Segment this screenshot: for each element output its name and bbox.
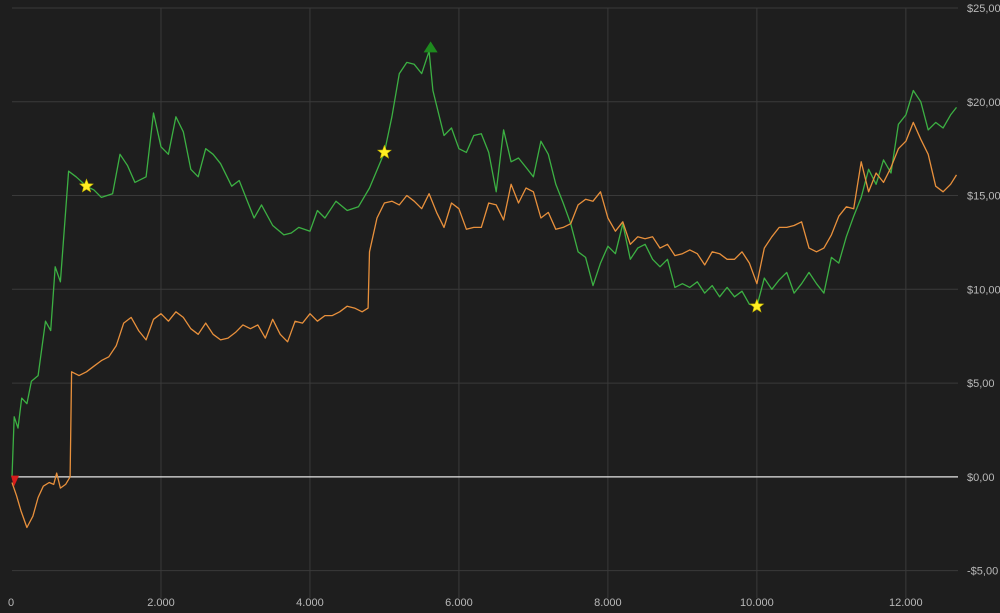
x-tick-label: 4.000 bbox=[296, 597, 324, 609]
y-tick-label: $15,00 bbox=[967, 191, 1000, 203]
x-tick-label: 10.000 bbox=[740, 597, 774, 609]
x-tick-label: 0 bbox=[8, 597, 14, 609]
y-tick-label: $20,00 bbox=[967, 97, 1000, 109]
chart-area: $25,00 $20,00 $15,00 $10,00 $5,00 $0,00 -$5,00… bbox=[0, 0, 1000, 613]
y-tick-label: $10,00 bbox=[967, 284, 1000, 296]
y-tick-label: $0,00 bbox=[967, 472, 995, 484]
y-tick-label: -$5,00 bbox=[967, 566, 998, 578]
y-tick-label: $5,00 bbox=[967, 378, 995, 390]
x-tick-label: 2.000 bbox=[147, 597, 175, 609]
x-tick-label: 8.000 bbox=[594, 597, 622, 609]
x-tick-label: 12.000 bbox=[889, 597, 923, 609]
line-chart: $25,00 $20,00 $15,00 $10,00 $5,00 $0,00 -$5,00… bbox=[0, 0, 1000, 613]
y-tick-label: $25,00 bbox=[967, 3, 1000, 15]
x-tick-label: 6.000 bbox=[445, 597, 473, 609]
